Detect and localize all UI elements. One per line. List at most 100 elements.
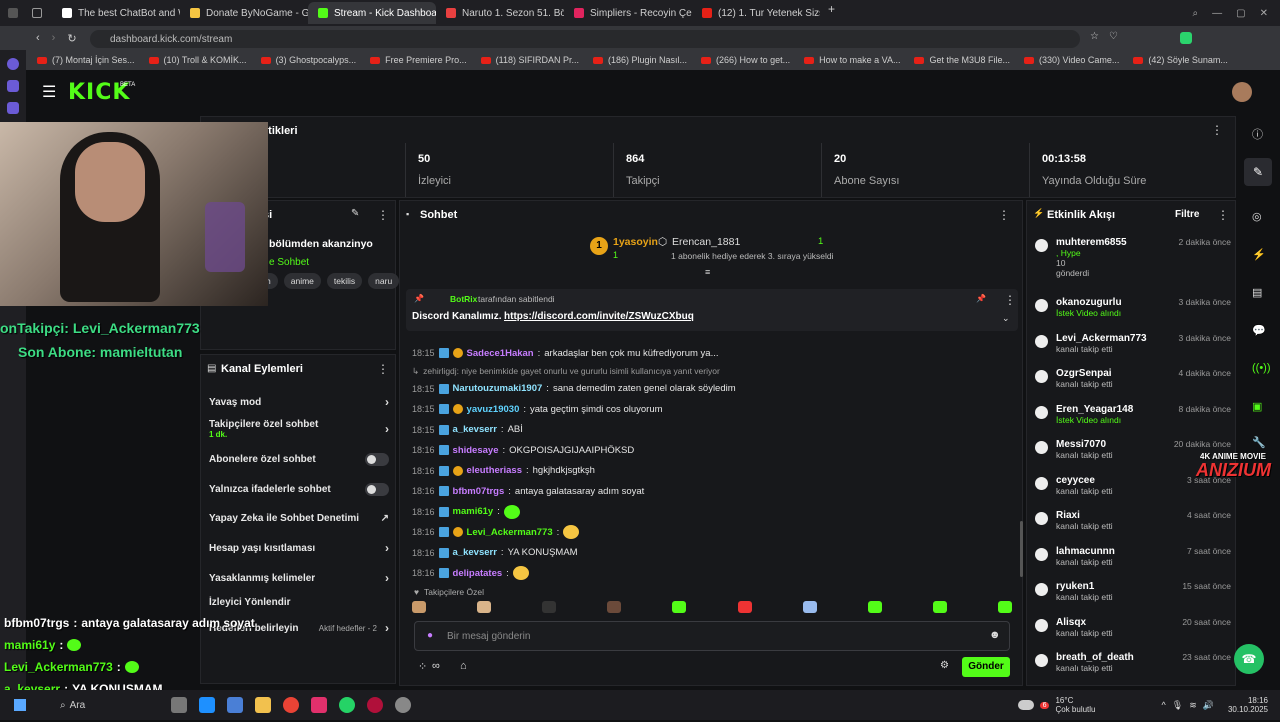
bookmark-item[interactable]: How to make a VA... xyxy=(797,55,907,65)
message-username[interactable]: bfbm07trgs xyxy=(453,486,505,497)
message-username[interactable]: delipatates xyxy=(453,568,503,579)
activity-more-icon[interactable]: ⋮ xyxy=(1217,208,1229,222)
activity-item[interactable]: Eren_Yeagar148 İstek Video alındı 8 dakika… xyxy=(1035,404,1231,425)
tag-chip[interactable]: naru xyxy=(368,273,400,289)
copilot-icon[interactable] xyxy=(227,697,244,713)
minimize-icon[interactable]: — xyxy=(1212,8,1222,19)
instagram-icon[interactable] xyxy=(311,697,328,713)
chat-message[interactable]: ↳ zehirligdj: niye benimkide gayet onurlu… xyxy=(412,364,1012,379)
emote-icon[interactable] xyxy=(672,601,687,613)
emote-icon[interactable] xyxy=(607,601,622,613)
windows-icon[interactable] xyxy=(14,699,26,711)
chat-message[interactable]: 18:15 Sadece1Hakan: arkadaşlar ben çok mu … xyxy=(412,343,1012,364)
wifi-icon[interactable]: ≋ xyxy=(1189,700,1197,711)
bookmark-item[interactable]: (186) Plugin Nasıl... xyxy=(586,55,694,65)
edge-icon[interactable] xyxy=(199,697,216,713)
unpin-icon[interactable]: 📌 xyxy=(976,294,986,303)
stats-more-icon[interactable]: ⋮ xyxy=(1211,123,1223,137)
volume-icon[interactable]: 🔊 xyxy=(1203,700,1214,711)
taskbar-search[interactable]: Ara xyxy=(70,700,86,711)
message-username[interactable]: eleutheriass xyxy=(467,465,522,476)
weather[interactable]: 16°C Çok bulutlu xyxy=(1055,696,1095,714)
browser-tab[interactable]: Donate ByNoGame - Gel... xyxy=(180,2,308,24)
message-username[interactable]: shidesaye xyxy=(453,445,499,456)
browser-tab[interactable]: The best ChatBot and W... xyxy=(52,2,180,24)
action-row[interactable]: Hesap yaşı kısıtlaması › xyxy=(209,541,389,555)
tab-grid-icon[interactable] xyxy=(32,8,42,18)
stream-category[interactable]: e Sohbet xyxy=(269,257,309,268)
emote-icon[interactable] xyxy=(542,601,557,613)
search-tabs-icon[interactable]: ⌕ xyxy=(1193,8,1199,19)
activity-item[interactable]: OzgrSenpai kanalı takip etti 4 dakika önce xyxy=(1035,368,1231,389)
toggle-switch[interactable] xyxy=(365,483,389,496)
bookmark-item[interactable]: (7) Montaj İçin Ses... xyxy=(30,55,142,65)
sidebar-app-icon[interactable] xyxy=(7,80,19,92)
chat-message[interactable]: 18:15 yavuz19030: yata geçtim şimdi cos ol… xyxy=(412,399,1012,420)
filter-button[interactable]: Filtre xyxy=(1175,209,1199,220)
bookmark-item[interactable]: Get the M3U8 File... xyxy=(907,55,1017,65)
people-icon[interactable]: ⁘ xyxy=(418,660,427,673)
leader-name[interactable]: 1yasoyin xyxy=(613,236,658,248)
pencil-icon[interactable]: ✎ xyxy=(1244,158,1272,186)
action-row[interactable]: Yasaklanmış kelimeler › xyxy=(209,571,389,585)
action-row[interactable]: Abonelere özel sohbet xyxy=(209,453,389,466)
chat-message[interactable]: 18:15 a_kevserr: ABİ xyxy=(412,420,1012,441)
bookmark-item[interactable]: (10) Troll & KOMİK... xyxy=(142,55,254,65)
expand-icon[interactable]: ⌄ xyxy=(1002,313,1010,324)
tray-chevron-icon[interactable]: ^ xyxy=(1162,700,1166,710)
action-row[interactable]: Yavaş mod › xyxy=(209,395,389,409)
browser-tab[interactable]: Naruto 1. Sezon 51. Bölüm xyxy=(436,2,564,24)
document-icon[interactable]: ▤ xyxy=(1252,286,1262,299)
settings-icon[interactable] xyxy=(395,697,412,713)
toggle-switch[interactable] xyxy=(365,453,389,466)
activity-item[interactable]: Levi_Ackerman773 kanalı takip etti 3 dakik… xyxy=(1035,333,1231,354)
chat-bubble-icon[interactable]: 💬 xyxy=(1252,324,1266,337)
back-icon[interactable]: ‹ xyxy=(36,32,40,44)
chat-message[interactable]: 18:16 eleutheriass: hgkjhdkjsgtkşh xyxy=(412,461,1012,482)
info-icon[interactable]: ⓘ xyxy=(1252,126,1263,142)
bookmark-icon[interactable]: ☆ xyxy=(1090,31,1099,42)
sidebar-app-icon[interactable] xyxy=(7,58,19,70)
bookmark-item[interactable]: (42) Söyle Sunam... xyxy=(1126,55,1235,65)
leaderboard-toggle-icon[interactable]: ≡ xyxy=(705,267,710,277)
chat-input[interactable]: ● Bir mesaj gönderin ☻ xyxy=(414,621,1010,651)
browser-tab[interactable]: (12) 1. Tur Yetenek Sizsin... xyxy=(692,2,820,24)
opera-icon[interactable] xyxy=(367,697,384,713)
bookmark-item[interactable]: (330) Video Came... xyxy=(1017,55,1126,65)
emote-icon[interactable] xyxy=(867,601,882,613)
activity-item[interactable]: muhterem6855, Hype 10 gönderdi 2 dakika önc… xyxy=(1035,237,1231,278)
gift-user[interactable]: Erencan_1881 xyxy=(672,236,740,248)
action-row[interactable]: Yapay Zeka ile Sohbet Denetimi ↗ xyxy=(209,513,389,524)
chat-message[interactable]: 18:16 bfbm07trgs: antaya galatasaray adım … xyxy=(412,481,1012,502)
infinity-icon[interactable]: ∞ xyxy=(432,660,440,672)
message-username[interactable]: mami61y xyxy=(453,506,494,517)
action-row[interactable]: İzleyici Yönlendir xyxy=(209,597,389,608)
bookmark-item[interactable]: (118) SIFIRDAN Pr... xyxy=(474,55,586,65)
chat-message[interactable]: 18:16 mami61y: xyxy=(412,502,1012,523)
edit-icon[interactable]: ✎ xyxy=(351,208,359,219)
mic-tray-icon[interactable]: 🎙 xyxy=(1172,700,1183,711)
stream-info-more-icon[interactable]: ⋮ xyxy=(377,208,389,222)
extension-icon[interactable] xyxy=(1180,32,1192,44)
task-view-icon[interactable] xyxy=(171,697,188,713)
emote-icon[interactable] xyxy=(477,601,492,613)
activity-item[interactable]: breath_of_death kanalı takip etti 23 saat … xyxy=(1035,652,1231,673)
activity-item[interactable]: lahmacunnn kanalı takip etti 7 saat önce xyxy=(1035,546,1231,567)
send-button[interactable]: Gönder xyxy=(962,657,1010,677)
lightning-icon[interactable]: ⚡ xyxy=(1252,248,1266,261)
new-tab-icon[interactable]: + xyxy=(820,2,843,24)
broadcast-icon[interactable]: ((•)) xyxy=(1252,362,1271,374)
message-username[interactable]: yavuz19030 xyxy=(467,404,520,415)
pinned-link[interactable]: https://discord.com/invite/ZSWuzCXbuq xyxy=(504,311,694,322)
browser-tab[interactable]: Stream - Kick Dashboard xyxy=(308,2,436,24)
emote-icon[interactable] xyxy=(802,601,817,613)
emoji-icon[interactable]: ☻ xyxy=(989,629,1001,641)
profile-icon[interactable] xyxy=(8,8,18,18)
chat-message[interactable]: 18:16 Levi_Ackerman773: xyxy=(412,522,1012,543)
chat-message[interactable]: 18:16 delipatates: xyxy=(412,563,1012,584)
tag-chip[interactable]: anime xyxy=(283,273,321,289)
message-username[interactable]: Levi_Ackerman773 xyxy=(467,527,553,538)
weather-icon[interactable] xyxy=(1017,700,1034,710)
browser-tab[interactable]: Simpliers - Recoyin Çekil... xyxy=(564,2,692,24)
bookmark-item[interactable]: Free Premiere Pro... xyxy=(363,55,474,65)
